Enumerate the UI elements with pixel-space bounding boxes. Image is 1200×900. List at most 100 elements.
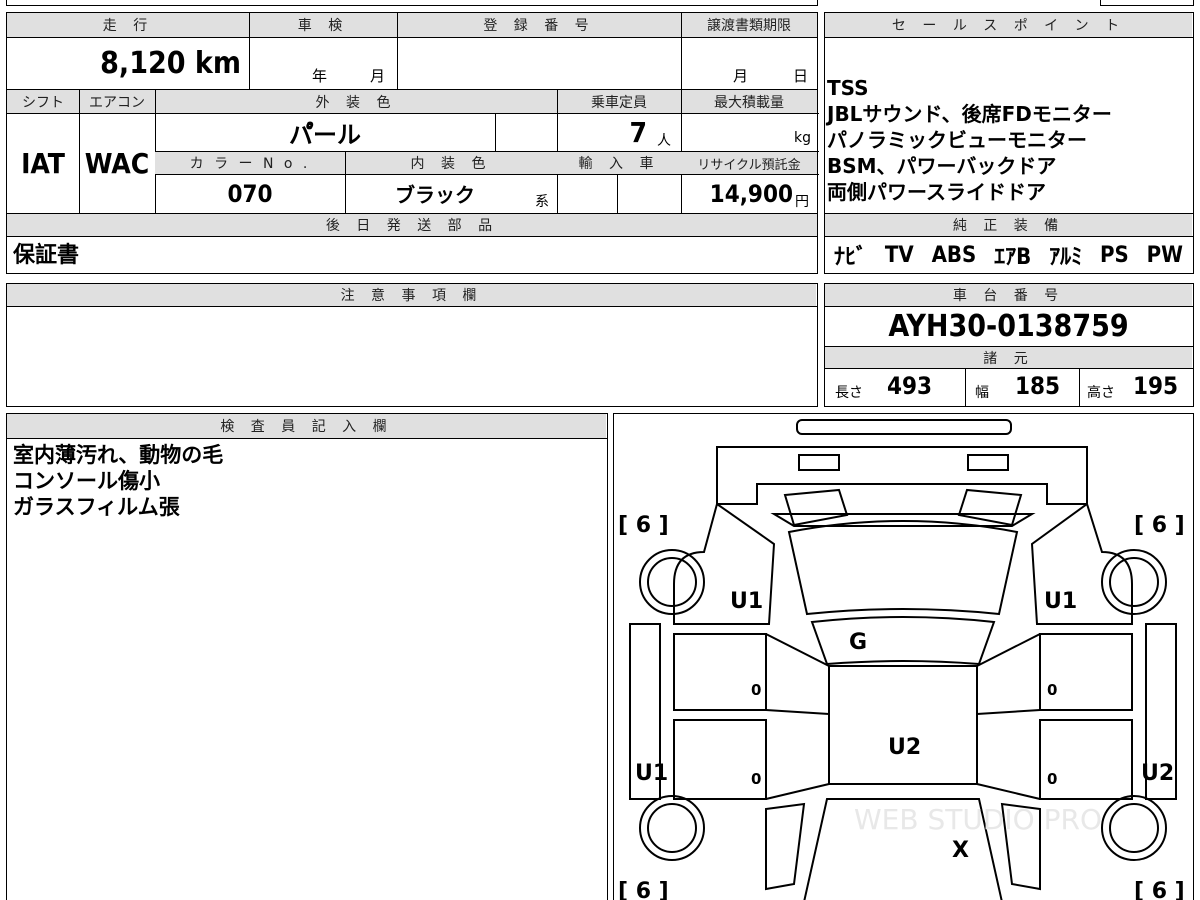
interior-color-suffix: 系 [535, 194, 549, 210]
roof [828, 665, 978, 785]
equipment-label: 純 正 装 備 [825, 214, 1192, 236]
sales-point-line: TSS [827, 76, 869, 100]
front-grille [957, 488, 1023, 527]
hood [716, 446, 1088, 505]
max-load-unit: kg [794, 130, 811, 146]
spec-width-label: 幅 [975, 385, 989, 401]
pillar-left [765, 633, 830, 800]
windshield-lower [810, 616, 996, 666]
rear-quarter-left [765, 802, 806, 891]
notes-panel: 注 意 事 項 欄 [6, 283, 818, 407]
equipment-item-tv: TV [884, 242, 914, 268]
vehicle-damage-diagram: [ 6 ] [ 6 ] [ 6 ] [ 6 ] U1 U1 G U2 U1 U2… [613, 413, 1194, 900]
spec-width-value: 185 [1015, 372, 1061, 400]
equipment-item-navi: ﾅﾋﾞ [833, 245, 867, 270]
inspector-label: 検 査 員 記 入 欄 [7, 414, 606, 438]
shift-label: シフト [7, 90, 79, 113]
later-parts-value: 保証書 [13, 243, 80, 268]
registration-label: 登 録 番 号 [397, 13, 681, 37]
sales-points-panel: セ ー ル ス ポ イ ン ト TSS JBLサウンド、後席FDモニター パノラ… [824, 12, 1194, 274]
tire-front-right-label: [ 6 ] [1134, 513, 1185, 538]
mark-fender-right: U1 [1044, 589, 1077, 614]
equipment-item-pw: PW [1146, 242, 1183, 268]
door-front-left-mark: 0 [751, 681, 761, 699]
mileage-value: 8,120 km [100, 45, 241, 81]
recycle-label: リサイクル預託金 [681, 152, 817, 174]
wheel-rear-left [639, 795, 705, 861]
sales-points-label: セ ー ル ス ポ イ ン ト [825, 13, 1192, 37]
inspector-line: 室内薄汚れ、動物の毛 [13, 443, 224, 467]
equipment-list: ﾅﾋﾞ TV ABS ｴｱB ｱﾙﾐ PS PW [825, 239, 1192, 271]
mark-side-left: U1 [635, 761, 668, 786]
interior-color-label: 内 装 色 [345, 152, 557, 174]
exterior-color-label: 外 装 色 [155, 90, 557, 113]
wheel-rear-left-inner [647, 803, 697, 853]
mileage-label: 走 行 [7, 13, 249, 37]
equipment-item-airbag: ｴｱB [994, 245, 1032, 270]
sales-point-line: 両側パワースライドドア [827, 180, 1046, 204]
spec-height-value: 195 [1133, 372, 1179, 400]
tire-rear-left-label: [ 6 ] [618, 879, 669, 900]
transfer-day-unit: 日 [793, 67, 809, 85]
interior-color-value: ブラック [395, 183, 475, 207]
sales-point-line: JBLサウンド、後席FDモニター [827, 102, 1112, 126]
chassis-label: 車 台 番 号 [825, 284, 1192, 306]
inspector-line: ガラスフィルム張 [13, 495, 180, 519]
later-parts-label: 後 日 発 送 部 品 [7, 214, 817, 236]
door-rear-left-mark: 0 [751, 770, 761, 788]
tire-rear-right-label: [ 6 ] [1134, 879, 1185, 900]
notes-label: 注 意 事 項 欄 [7, 284, 816, 306]
specs-label: 諸 元 [825, 347, 1192, 368]
capacity-unit: 人 [657, 133, 671, 149]
mark-roof: U2 [888, 735, 921, 760]
sales-point-line: BSM、パワーバックドア [827, 154, 1057, 178]
color-no-label: カ ラ ー N o . [155, 152, 345, 174]
tire-front-left-label: [ 6 ] [618, 513, 669, 538]
headlight-right [967, 454, 1009, 471]
mark-windshield: G [849, 630, 867, 655]
transfer-month-unit: 月 [733, 67, 749, 85]
chassis-number: AYH30-0138759 [888, 308, 1129, 344]
capacity-value: 7 [629, 115, 647, 149]
recycle-unit: 円 [795, 194, 809, 210]
door-front-right-mark: 0 [1047, 681, 1057, 699]
windshield [787, 520, 1019, 616]
mark-rear: X [952, 838, 969, 863]
inspection-month-unit: 月 [370, 67, 386, 85]
top-clipped-row [6, 0, 1194, 6]
inspection-year-unit: 年 [312, 67, 328, 85]
watermark: WEB STUDIO PRO [854, 803, 1102, 836]
wheel-front-right-inner [1109, 557, 1159, 607]
wheel-rear-right [1101, 795, 1167, 861]
equipment-item-abs: ABS [931, 242, 977, 268]
spec-length-value: 493 [887, 372, 933, 400]
door-rear-right-mark: 0 [1047, 770, 1057, 788]
exterior-color-value: パ゚ール [289, 120, 361, 149]
shift-value: IAT [21, 146, 65, 180]
pillar-right [976, 633, 1041, 800]
mark-fender-left: U1 [730, 589, 763, 614]
inspector-panel: 検 査 員 記 入 欄 室内薄汚れ、動物の毛 コンソール傷小 ガラスフィルム張 [6, 413, 608, 900]
wheel-front-left [639, 549, 705, 615]
spec-length-label: 長さ [835, 385, 863, 401]
car-outline-diagram: [ 6 ] [ 6 ] [ 6 ] [ 6 ] U1 U1 G U2 U1 U2… [618, 419, 1185, 900]
inspection-label: 車 検 [249, 13, 397, 37]
color-no-value: 070 [227, 179, 273, 208]
mark-side-right: U2 [1141, 761, 1174, 786]
capacity-label: 乗車定員 [557, 90, 681, 113]
import-label: 輸 入 車 [557, 152, 681, 174]
sales-point-line: パノラミックビューモニター [827, 128, 1087, 152]
chassis-panel: 車 台 番 号 AYH30-0138759 諸 元 長さ 493 幅 185 高… [824, 283, 1194, 407]
equipment-item-ps: PS [1100, 242, 1129, 268]
max-load-label: 最大積載量 [681, 90, 817, 113]
inspector-line: コンソール傷小 [13, 469, 160, 493]
recycle-value: 14,900 [709, 179, 793, 208]
wheel-rear-right-inner [1109, 803, 1159, 853]
wheel-front-right [1101, 549, 1167, 615]
vehicle-info-sheet: 走 行 車 検 登 録 番 号 譲渡書類期限 8,120 km 年 月 月 日 … [6, 12, 819, 274]
equipment-item-alloy: ｱﾙﾐ [1049, 245, 1083, 270]
front-grille [783, 488, 849, 527]
aircon-value: WAC [84, 146, 150, 180]
front-bumper [796, 419, 1012, 435]
wheel-front-left-inner [647, 557, 697, 607]
